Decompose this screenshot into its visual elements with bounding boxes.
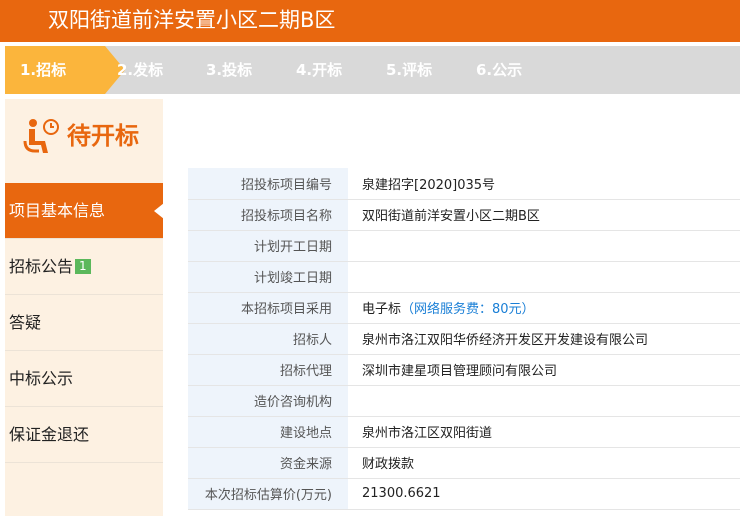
field-label: 招投标项目编号 xyxy=(188,168,348,200)
project-details-table: 招投标项目编号 泉建招字[2020]035号 招投标项目名称 双阳街道前洋安置小… xyxy=(188,168,740,510)
title-bar: 双阳街道前洋安置小区二期B区 xyxy=(0,0,740,42)
notice-count-badge: 1 xyxy=(75,259,91,274)
page-title: 双阳街道前洋安置小区二期B区 xyxy=(48,8,336,32)
table-row: 招标代理 深圳市建星项目管理顾问有限公司 xyxy=(188,354,740,386)
menu-item-deposit-refund[interactable]: 保证金退还 xyxy=(5,407,163,463)
step-3[interactable]: 3.投标 xyxy=(206,46,252,94)
field-label: 造价咨询机构 xyxy=(188,385,348,417)
field-value: 双阳街道前洋安置小区二期B区 xyxy=(348,199,740,231)
bid-mode-value: 电子标 xyxy=(362,302,402,317)
menu-item-award-notice[interactable]: 中标公示 xyxy=(5,351,163,407)
menu-item-label: 中标公示 xyxy=(9,369,74,388)
menu-item-qa[interactable]: 答疑 xyxy=(5,295,163,351)
step-2[interactable]: 2.发标 xyxy=(117,46,163,94)
table-row: 资金来源 财政拨款 xyxy=(188,447,740,479)
status-box: 待开标 xyxy=(5,99,163,171)
table-row: 本次招标估算价(万元) 21300.6621 xyxy=(188,478,740,510)
menu-item-project-info[interactable]: 项目基本信息 xyxy=(5,183,164,239)
field-value: 财政拨款 xyxy=(348,447,740,479)
field-label: 招标人 xyxy=(188,323,348,355)
person-waiting-clock-icon xyxy=(23,119,59,153)
field-value: 泉建招字[2020]035号 xyxy=(348,168,740,200)
field-label: 资金来源 xyxy=(188,447,348,479)
field-label: 本次招标估算价(万元) xyxy=(188,478,348,510)
field-label: 招标代理 xyxy=(188,354,348,386)
field-value xyxy=(348,385,740,417)
sidebar: 待开标 项目基本信息 招标公告 1 答疑 中标公示 保证金退还 xyxy=(5,99,164,516)
menu-item-tender-notice[interactable]: 招标公告 1 xyxy=(5,239,163,295)
table-row: 计划竣工日期 xyxy=(188,261,740,293)
menu-item-label: 保证金退还 xyxy=(9,425,90,444)
table-row: 计划开工日期 xyxy=(188,230,740,262)
step-6[interactable]: 6.公示 xyxy=(476,46,522,94)
field-label: 计划竣工日期 xyxy=(188,261,348,293)
field-value: 深圳市建星项目管理顾问有限公司 xyxy=(348,354,740,386)
field-label: 建设地点 xyxy=(188,416,348,448)
field-value: 21300.6621 xyxy=(348,478,740,510)
field-value: 电子标（网络服务费：80元） xyxy=(348,292,740,324)
table-row: 本招标项目采用 电子标（网络服务费：80元） xyxy=(188,292,740,324)
menu-item-label: 项目基本信息 xyxy=(9,201,106,220)
table-row: 建设地点 泉州市洛江区双阳街道 xyxy=(188,416,740,448)
step-4[interactable]: 4.开标 xyxy=(296,46,342,94)
sidebar-menu: 项目基本信息 招标公告 1 答疑 中标公示 保证金退还 xyxy=(5,183,164,463)
step-5[interactable]: 5.评标 xyxy=(386,46,432,94)
status-text: 待开标 xyxy=(67,122,139,150)
field-label: 本招标项目采用 xyxy=(188,292,348,324)
table-row: 招标人 泉州市洛江双阳华侨经济开发区开发建设有限公司 xyxy=(188,323,740,355)
service-fee-link[interactable]: （网络服务费：80元） xyxy=(401,302,535,317)
table-row: 招投标项目名称 双阳街道前洋安置小区二期B区 xyxy=(188,199,740,231)
step-1[interactable]: 1.招标 xyxy=(5,46,125,94)
field-label: 招投标项目名称 xyxy=(188,199,348,231)
menu-item-label: 招标公告 xyxy=(9,257,74,276)
field-value xyxy=(348,261,740,293)
field-value xyxy=(348,230,740,262)
field-value: 泉州市洛江双阳华侨经济开发区开发建设有限公司 xyxy=(348,323,740,355)
table-row: 造价咨询机构 xyxy=(188,385,740,417)
progress-steps: 1.招标 2.发标 3.投标 4.开标 5.评标 6.公示 xyxy=(5,46,740,94)
field-value: 泉州市洛江区双阳街道 xyxy=(348,416,740,448)
field-label: 计划开工日期 xyxy=(188,230,348,262)
table-row: 招投标项目编号 泉建招字[2020]035号 xyxy=(188,168,740,200)
menu-item-label: 答疑 xyxy=(9,313,42,332)
